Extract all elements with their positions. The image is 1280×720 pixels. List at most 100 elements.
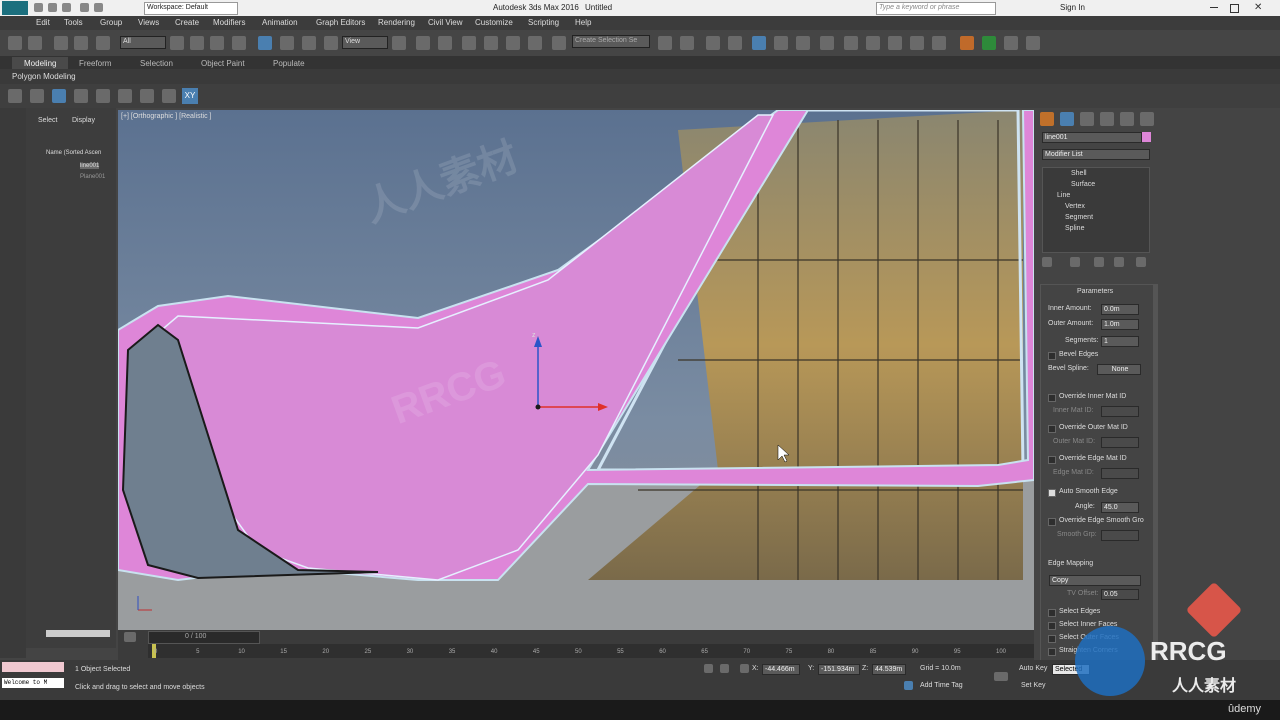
minimize-icon[interactable] — [1210, 7, 1218, 8]
object-color-swatch[interactable] — [1142, 132, 1151, 142]
percent-snap-icon[interactable] — [506, 36, 520, 50]
maxscript-listener[interactable] — [2, 662, 64, 672]
mini-curve-editor-icon[interactable] — [124, 632, 136, 642]
named-selection-dropdown[interactable]: Create Selection Se — [572, 35, 650, 48]
create-tab-icon[interactable] — [1040, 112, 1054, 126]
absolute-mode-icon[interactable] — [740, 664, 749, 673]
snap-pivot-icon[interactable] — [30, 89, 44, 103]
material-editor-icon[interactable] — [820, 36, 834, 50]
unlink-icon[interactable] — [74, 36, 88, 50]
render-setup-icon[interactable] — [844, 36, 858, 50]
motion-tab-icon[interactable] — [1100, 112, 1114, 126]
edit-named-selection-icon[interactable] — [552, 36, 566, 50]
menu-rendering[interactable]: Rendering — [378, 18, 415, 27]
configure-modifier-sets-icon[interactable] — [1136, 257, 1146, 267]
selection-filter-dropdown[interactable]: All — [120, 36, 166, 49]
tools-icon[interactable] — [1004, 36, 1018, 50]
menu-views[interactable]: Views — [138, 18, 159, 27]
redo-icon[interactable] — [28, 36, 42, 50]
menu-customize[interactable]: Customize — [475, 18, 513, 27]
stack-item-surface[interactable]: Surface — [1071, 181, 1095, 188]
inner-amount-input[interactable]: 0.0m — [1101, 304, 1139, 315]
tv-offset-input[interactable]: 0.05 — [1101, 589, 1139, 600]
menu-tools[interactable]: Tools — [64, 18, 83, 27]
menu-graph-editors[interactable]: Graph Editors — [316, 18, 365, 27]
override-inner-checkbox[interactable] — [1048, 394, 1056, 402]
snap-center-icon[interactable] — [162, 89, 176, 103]
snap-face-icon[interactable] — [140, 89, 154, 103]
utilities-tab-icon[interactable] — [1140, 112, 1154, 126]
keyboard-shortcut-icon[interactable] — [438, 36, 452, 50]
workspace-dropdown[interactable]: Workspace: Default — [144, 2, 238, 15]
outer-amount-input[interactable]: 1.0m — [1101, 319, 1139, 330]
render-production-icon[interactable] — [888, 36, 902, 50]
select-manipulate-icon[interactable] — [416, 36, 430, 50]
layer-explorer-icon[interactable] — [706, 36, 720, 50]
tab-modeling[interactable]: Modeling — [24, 59, 56, 68]
time-slider-track[interactable]: 0 / 100 — [148, 631, 260, 644]
rendered-frame-icon[interactable] — [866, 36, 880, 50]
coord-z-field[interactable]: 44.539m — [872, 664, 906, 675]
mirror-icon[interactable] — [658, 36, 672, 50]
select-outer-checkbox[interactable] — [1048, 635, 1056, 643]
open-file-icon[interactable] — [48, 3, 57, 12]
bevel-edges-checkbox[interactable] — [1048, 352, 1056, 360]
link-icon[interactable] — [54, 36, 68, 50]
angle-input[interactable]: 45.0 — [1101, 502, 1139, 513]
snap-midpoint-icon[interactable] — [96, 89, 110, 103]
snap-grid-icon[interactable] — [8, 89, 22, 103]
tab-display[interactable]: Display — [72, 117, 95, 124]
modify-tab-icon[interactable] — [1060, 112, 1074, 126]
menu-help[interactable]: Help — [575, 18, 591, 27]
add-time-tag-label[interactable]: Add Time Tag — [920, 682, 963, 689]
key-mode-icon[interactable] — [994, 672, 1008, 681]
window-crossing-icon[interactable] — [232, 36, 246, 50]
select-inner-checkbox[interactable] — [1048, 622, 1056, 630]
xy-plane-button[interactable]: XY — [182, 88, 198, 104]
a360-icon[interactable] — [960, 36, 974, 50]
scene-explorer-scrollbar[interactable] — [46, 630, 110, 637]
stack-item-spline[interactable]: Spline — [1065, 225, 1084, 232]
undo-icon[interactable] — [80, 3, 89, 12]
rectangular-selection-icon[interactable] — [210, 36, 224, 50]
stack-item-vertex[interactable]: Vertex — [1065, 203, 1085, 210]
tab-select[interactable]: Select — [38, 117, 57, 124]
override-smooth-checkbox[interactable] — [1048, 518, 1056, 526]
scene-item-line001[interactable]: line001 — [80, 163, 100, 169]
sign-in-link[interactable]: Sign In — [1060, 3, 1085, 12]
ribbon-panel-title[interactable]: Polygon Modeling — [12, 72, 76, 81]
bevel-spline-button[interactable]: None — [1097, 364, 1141, 375]
select-and-rotate-icon[interactable] — [280, 36, 294, 50]
plugin-icon[interactable] — [982, 36, 996, 50]
maximize-icon[interactable] — [1230, 4, 1239, 13]
menu-group[interactable]: Group — [100, 18, 122, 27]
parameters-title[interactable]: Parameters — [1077, 288, 1113, 295]
menu-animation[interactable]: Animation — [262, 18, 298, 27]
reference-coordinate-dropdown[interactable]: View — [342, 36, 388, 49]
hierarchy-tab-icon[interactable] — [1080, 112, 1094, 126]
modifier-list-dropdown[interactable]: Modifier List — [1042, 149, 1150, 160]
menu-edit[interactable]: Edit — [36, 18, 50, 27]
tab-selection[interactable]: Selection — [140, 59, 173, 68]
add-time-tag-icon[interactable] — [904, 681, 913, 690]
override-edge-checkbox[interactable] — [1048, 456, 1056, 464]
column-header-name[interactable]: Name (Sorted Ascen — [46, 150, 101, 156]
select-object-icon[interactable] — [170, 36, 184, 50]
tab-object-paint[interactable]: Object Paint — [201, 59, 245, 68]
tab-populate[interactable]: Populate — [273, 59, 305, 68]
new-file-icon[interactable] — [34, 3, 43, 12]
isolate-selection-icon[interactable] — [704, 664, 713, 673]
coord-x-field[interactable]: -44.466m — [762, 664, 800, 675]
viewport-layout-icon[interactable] — [1026, 36, 1040, 50]
angle-snap-icon[interactable] — [484, 36, 498, 50]
search-input[interactable]: Type a keyword or phrase — [876, 2, 996, 15]
close-icon[interactable]: ✕ — [1254, 2, 1262, 13]
edge-mat-id-input[interactable] — [1101, 468, 1139, 479]
maxscript-input[interactable]: Welcome to M — [2, 678, 64, 688]
pin-stack-icon[interactable] — [1042, 257, 1052, 267]
scene-item-plane001[interactable]: Plane001 — [80, 174, 105, 180]
menu-create[interactable]: Create — [175, 18, 199, 27]
bind-space-warp-icon[interactable] — [96, 36, 110, 50]
spinner-snap-icon[interactable] — [528, 36, 542, 50]
save-file-icon[interactable] — [62, 3, 71, 12]
